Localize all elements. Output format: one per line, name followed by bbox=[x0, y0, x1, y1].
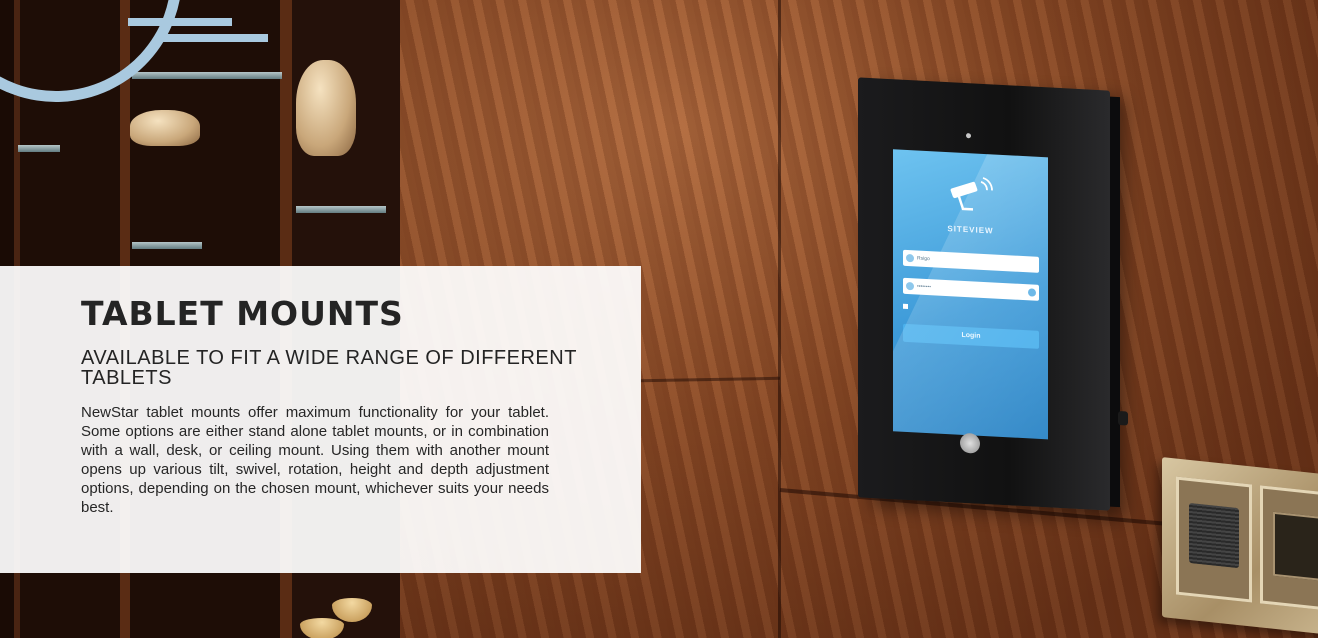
decorative-line bbox=[160, 34, 268, 42]
ornament bbox=[130, 110, 200, 146]
glass-shelf bbox=[132, 242, 202, 249]
mount-edge bbox=[1110, 96, 1120, 508]
login-button[interactable]: Login bbox=[903, 323, 1039, 349]
user-icon bbox=[906, 253, 914, 263]
panel-seam bbox=[778, 0, 781, 638]
description-text: NewStar tablet mounts offer maximum func… bbox=[81, 404, 549, 516]
bowl bbox=[332, 598, 372, 622]
hero-text-card: TABLET MOUNTS AVAILABLE TO FIT A WIDE RA… bbox=[0, 266, 641, 573]
lock-knob bbox=[1118, 411, 1128, 426]
username-field[interactable]: Rsigo bbox=[903, 249, 1039, 273]
speaker-grille bbox=[1189, 502, 1239, 569]
tablet-screen: SITEVIEW Rsigo •••••••• Login bbox=[893, 149, 1048, 440]
glass-shelf bbox=[18, 145, 60, 152]
lock-icon bbox=[906, 281, 914, 291]
glass-shelf bbox=[132, 72, 282, 79]
glass-shelf bbox=[296, 206, 386, 213]
page-title: TABLET MOUNTS bbox=[81, 294, 404, 333]
switch-display bbox=[1273, 511, 1318, 582]
username-value: Rsigo bbox=[917, 255, 930, 263]
switch-module bbox=[1260, 485, 1318, 612]
light-switch-image bbox=[1162, 457, 1318, 635]
eye-icon[interactable] bbox=[1028, 288, 1036, 297]
page-subtitle: AVAILABLE TO FIT A WIDE RANGE OF DIFFERE… bbox=[81, 347, 577, 389]
remember-checkbox[interactable] bbox=[903, 304, 908, 310]
home-button bbox=[960, 432, 980, 454]
sculpture bbox=[296, 60, 356, 156]
decorative-line bbox=[128, 18, 232, 26]
camera-hole bbox=[966, 133, 971, 139]
switch-module bbox=[1176, 476, 1252, 603]
security-camera-icon bbox=[950, 177, 993, 211]
password-field[interactable]: •••••••• bbox=[903, 277, 1039, 301]
password-value: •••••••• bbox=[917, 283, 932, 291]
remember-row bbox=[903, 304, 911, 310]
bowl bbox=[300, 618, 344, 638]
tablet-mount-image: SITEVIEW Rsigo •••••••• Login bbox=[858, 77, 1128, 511]
app-name: SITEVIEW bbox=[947, 224, 994, 236]
